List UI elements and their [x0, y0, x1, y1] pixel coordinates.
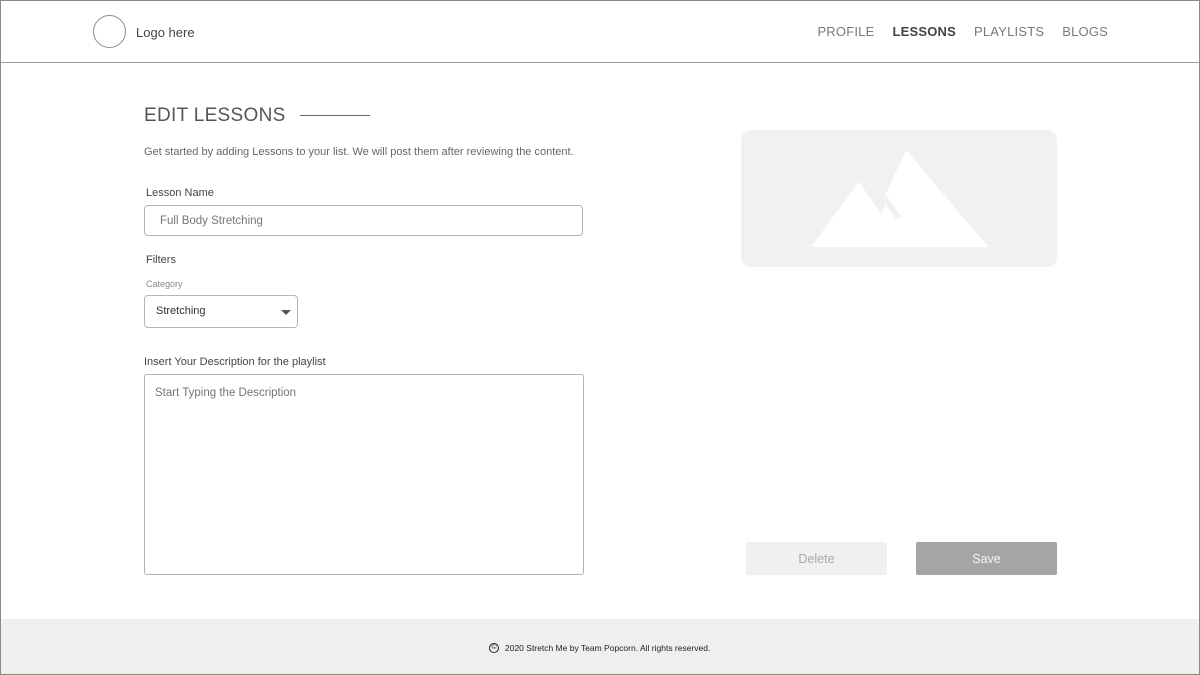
- category-select[interactable]: Stretching: [144, 295, 298, 328]
- footer-copyright: © 2020 Stretch Me by Team Popcorn. All r…: [489, 643, 710, 653]
- lesson-name-input[interactable]: [144, 205, 583, 236]
- category-value: Stretching: [156, 305, 206, 317]
- lesson-image-placeholder[interactable]: [741, 130, 1057, 267]
- page-title: EDIT LESSONS: [144, 105, 286, 126]
- category-label: Category: [146, 279, 183, 289]
- filters-label: Filters: [146, 254, 176, 266]
- nav-profile[interactable]: PROFILE: [817, 24, 874, 39]
- nav-playlists[interactable]: PLAYLISTS: [974, 24, 1044, 39]
- footer: © 2020 Stretch Me by Team Popcorn. All r…: [1, 619, 1199, 674]
- page-subtitle: Get started by adding Lessons to your li…: [144, 146, 574, 158]
- header: Logo here PROFILE LESSONS PLAYLISTS BLOG…: [1, 1, 1199, 63]
- logo-icon[interactable]: [93, 15, 126, 48]
- lesson-name-label: Lesson Name: [146, 187, 214, 199]
- page: Logo here PROFILE LESSONS PLAYLISTS BLOG…: [0, 0, 1200, 675]
- nav-lessons[interactable]: LESSONS: [892, 24, 956, 39]
- nav-blogs[interactable]: BLOGS: [1062, 24, 1108, 39]
- save-button[interactable]: Save: [916, 542, 1057, 575]
- title-divider: [300, 115, 370, 116]
- footer-text: 2020 Stretch Me by Team Popcorn. All rig…: [505, 643, 711, 653]
- image-placeholder-icon: [811, 150, 988, 247]
- delete-button[interactable]: Delete: [746, 542, 887, 575]
- main-nav: PROFILE LESSONS PLAYLISTS BLOGS: [817, 24, 1108, 39]
- chevron-down-icon: [281, 310, 291, 315]
- description-textarea[interactable]: [144, 374, 584, 575]
- description-label: Insert Your Description for the playlist: [144, 356, 326, 368]
- logo-text[interactable]: Logo here: [136, 25, 195, 40]
- copyright-icon: ©: [489, 643, 499, 653]
